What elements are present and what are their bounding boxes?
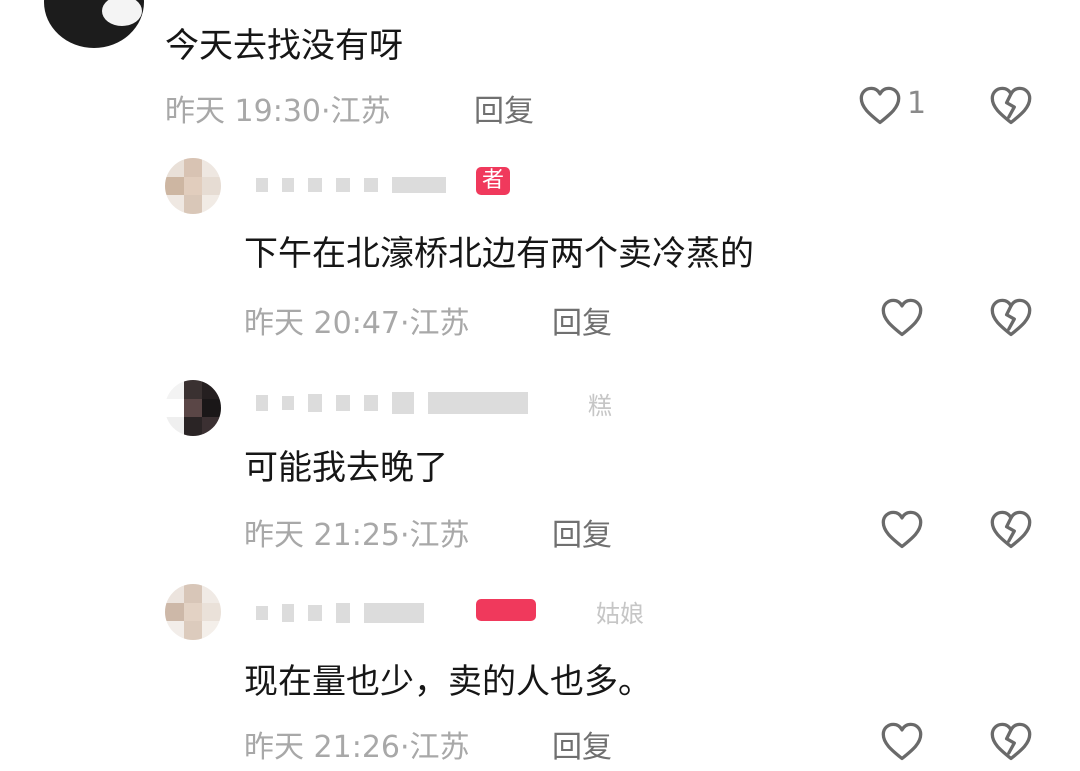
avatar-mosaic: [165, 380, 221, 436]
reply-button[interactable]: 回复: [552, 510, 612, 554]
username-blurred[interactable]: [256, 598, 424, 628]
broken-heart-icon[interactable]: [989, 508, 1033, 552]
reply-location: 江苏: [409, 306, 470, 341]
reply-time: 昨天 21:26: [244, 730, 400, 765]
broken-heart-icon[interactable]: [989, 296, 1033, 340]
reply-text: 可能我去晚了: [244, 448, 448, 488]
reply-text: 现在量也少，卖的人也多。: [244, 662, 652, 702]
heart-outline-icon[interactable]: [880, 296, 924, 340]
heart-outline-icon[interactable]: [880, 720, 924, 764]
reply-text: 下午在北濠桥北边有两个卖冷蒸的: [244, 234, 754, 274]
comment-meta: 昨天 19:30·江苏: [165, 86, 391, 130]
avatar[interactable]: [165, 158, 221, 214]
reply-location: 江苏: [409, 518, 470, 553]
author-badge: [476, 599, 536, 621]
comment-time: 昨天 19:30: [165, 94, 321, 129]
heart-outline-icon[interactable]: [858, 84, 902, 128]
reply-time: 昨天 21:25: [244, 518, 400, 553]
username-suffix: 姑娘: [596, 600, 644, 628]
meta-separator: ·: [400, 306, 410, 341]
reply-meta: 昨天 21:26·江苏: [244, 722, 470, 766]
avatar[interactable]: [165, 380, 221, 436]
reply-location: 江苏: [409, 730, 470, 765]
like-count: 1: [907, 86, 927, 121]
broken-heart-icon[interactable]: [989, 84, 1033, 128]
author-badge: 者: [476, 167, 511, 195]
reply-meta: 昨天 20:47·江苏: [244, 298, 470, 342]
username-suffix: 糕: [588, 392, 612, 420]
username-blurred[interactable]: [256, 388, 528, 418]
reply-meta: 昨天 21:25·江苏: [244, 510, 470, 554]
avatar-mosaic: [165, 584, 221, 640]
meta-separator: ·: [400, 730, 410, 765]
heart-outline-icon[interactable]: [880, 508, 924, 552]
broken-heart-icon[interactable]: [989, 720, 1033, 764]
meta-separator: ·: [321, 94, 331, 129]
comment-text: 今天去找没有呀: [165, 26, 403, 66]
username-blurred[interactable]: [256, 170, 446, 200]
meta-separator: ·: [400, 518, 410, 553]
comment-location: 江苏: [330, 94, 391, 129]
reply-button[interactable]: 回复: [474, 86, 534, 130]
reply-button[interactable]: 回复: [552, 298, 612, 342]
reply-button[interactable]: 回复: [552, 722, 612, 766]
avatar[interactable]: [44, 0, 144, 48]
avatar[interactable]: [165, 584, 221, 640]
avatar-mosaic: [165, 158, 221, 214]
reply-time: 昨天 20:47: [244, 306, 400, 341]
avatar-highlight: [102, 0, 142, 26]
